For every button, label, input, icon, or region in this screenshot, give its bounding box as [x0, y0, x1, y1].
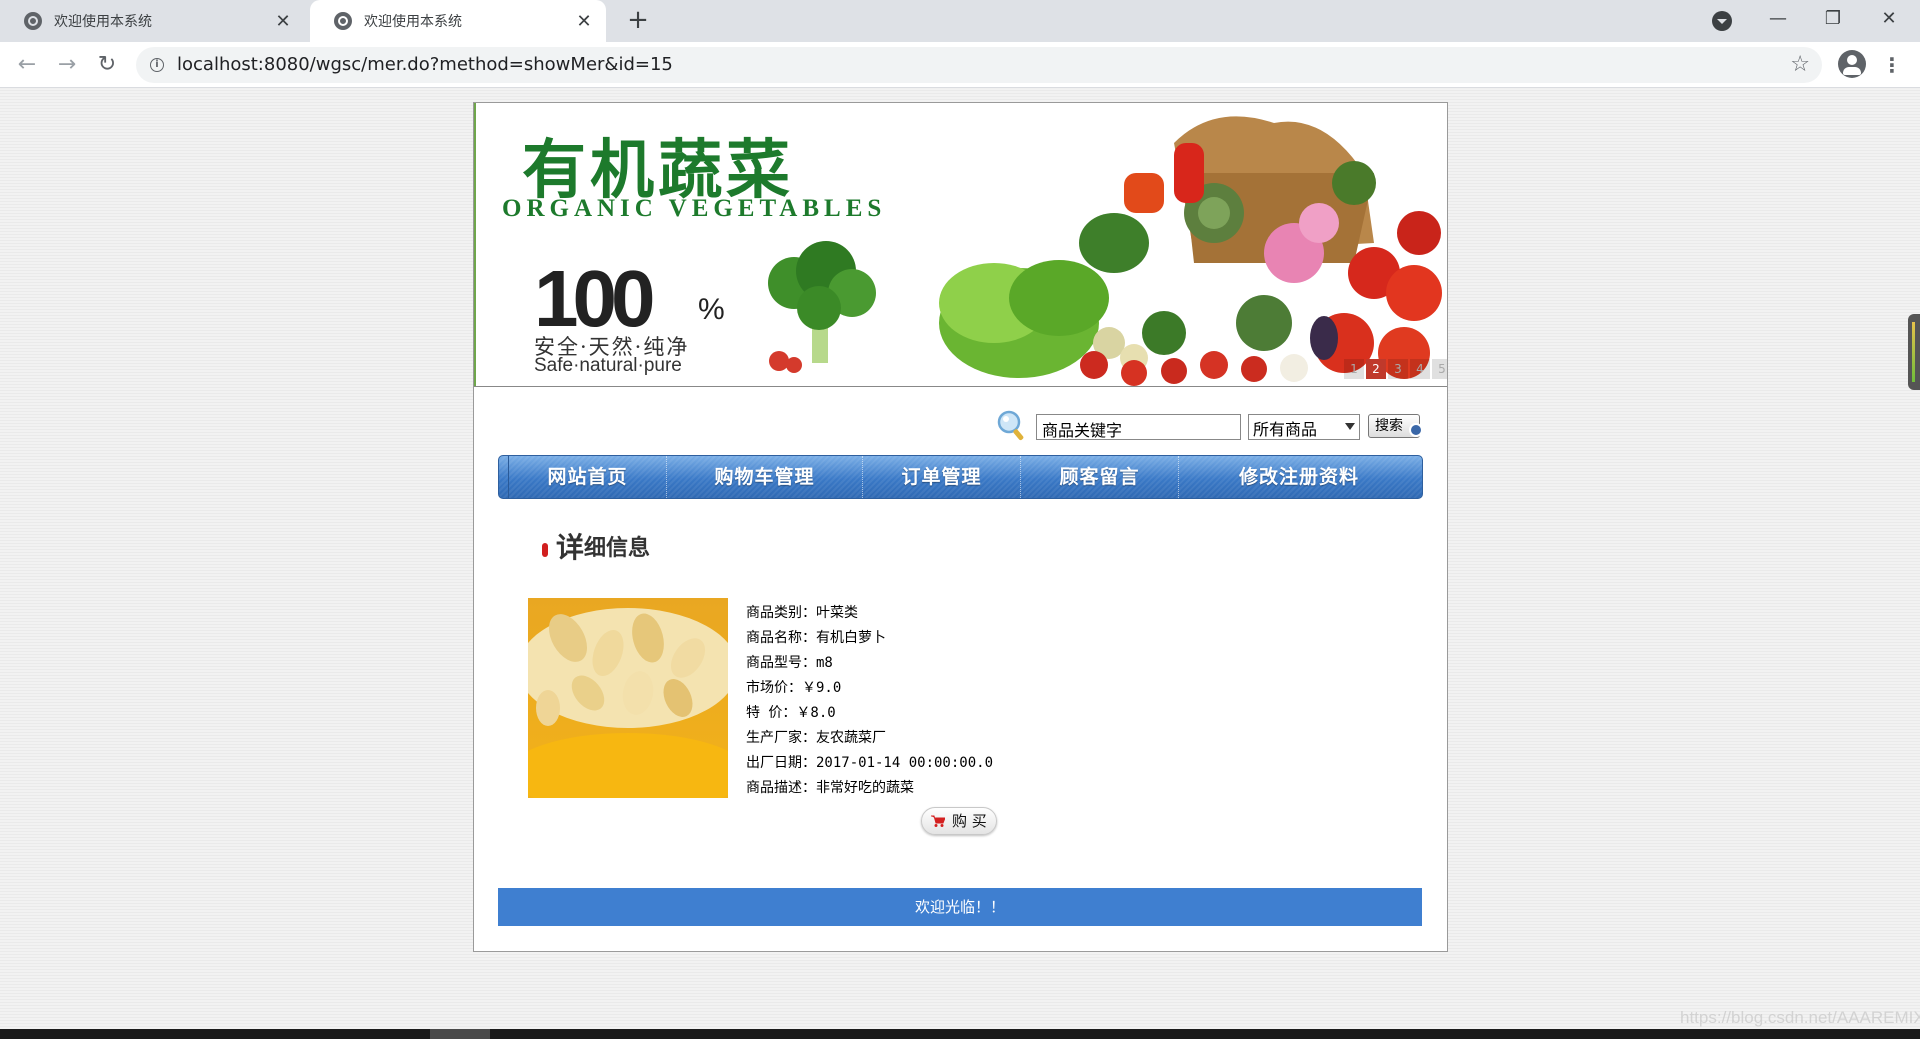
tab-title: 欢迎使用本系统 [364, 14, 462, 30]
watermark: https://blog.csdn.net/AAAREMIX [1680, 1008, 1920, 1027]
badge-icon [1409, 423, 1423, 437]
heading-rest: 细信息 [584, 536, 651, 561]
search-input[interactable]: 商品关键字 [1036, 414, 1241, 440]
search-icon [997, 410, 1024, 441]
market-price: 市场价：￥9.0 [746, 680, 842, 696]
forward-button[interactable]: → [52, 50, 82, 80]
search-button-label: 搜索 [1375, 418, 1403, 434]
profile-icon[interactable] [1838, 50, 1866, 78]
close-icon[interactable]: ✕ [273, 11, 293, 32]
cart-icon [931, 815, 945, 827]
production-date: 出厂日期：2017-01-14 00:00:00.0 [746, 755, 994, 771]
category-select[interactable]: 所有商品 [1248, 414, 1360, 440]
taskbar [0, 1029, 1920, 1039]
nav-messages[interactable]: 顾客留言 [1021, 456, 1179, 498]
address-bar[interactable]: i localhost:8080/wgsc/mer.do?method=show… [136, 47, 1822, 83]
banner: 有机蔬菜 ORGANIC VEGETABLES 100 % 安全·天然·纯净 S… [474, 103, 1447, 387]
slide-dot-active[interactable]: 2 [1366, 359, 1386, 379]
buy-button-label: 购 买 [952, 812, 987, 830]
vegetables-image [768, 116, 1442, 386]
nav-home[interactable]: 网站首页 [509, 456, 667, 498]
browser-toolbar: ← → ↻ i localhost:8080/wgsc/mer.do?metho… [0, 42, 1920, 88]
product-image [528, 598, 728, 798]
slide-dot[interactable]: 3 [1388, 359, 1408, 379]
tab-title: 欢迎使用本系统 [54, 14, 152, 30]
category-select-value: 所有商品 [1253, 420, 1318, 439]
nav-profile[interactable]: 修改注册资料 [1179, 456, 1419, 498]
minimize-button[interactable]: — [1755, 4, 1801, 34]
tab-active[interactable]: 欢迎使用本系统 ✕ [310, 0, 606, 42]
slide-dot[interactable]: 1 [1344, 359, 1364, 379]
info-icon[interactable]: i [150, 58, 164, 72]
reload-button[interactable]: ↻ [92, 50, 122, 80]
footer-bar: 欢迎光临！！ [498, 888, 1422, 926]
bookmark-star-icon[interactable]: ☆ [1790, 47, 1810, 83]
vegetable-pile [939, 116, 1442, 386]
slide-indicator: 1 2 3 4 5 [1344, 359, 1447, 379]
nav-orders[interactable]: 订单管理 [863, 456, 1021, 498]
taskbar-item[interactable] [430, 1029, 490, 1039]
product-name: 商品名称：有机白萝卜 [746, 630, 886, 646]
slide-dot[interactable]: 5 [1432, 359, 1447, 379]
special-price: 特 价：￥8.0 [746, 705, 836, 721]
page-container: 有机蔬菜 ORGANIC VEGETABLES 100 % 安全·天然·纯净 S… [473, 102, 1448, 952]
globe-icon [334, 12, 352, 30]
window-close-button[interactable]: ✕ [1866, 4, 1912, 34]
bullet-icon [542, 543, 548, 557]
slide-dot[interactable]: 4 [1410, 359, 1430, 379]
broccoli-image [768, 241, 876, 373]
tab-inactive[interactable]: 欢迎使用本系统 ✕ [0, 0, 305, 42]
url-text[interactable]: localhost:8080/wgsc/mer.do?method=showMe… [177, 47, 673, 83]
nav-cap [499, 456, 509, 498]
manufacturer: 生产厂家：友农蔬菜厂 [746, 730, 886, 746]
search-row: 商品关键字 所有商品 搜索 [474, 403, 1447, 443]
chevron-down-icon [1345, 423, 1355, 430]
buy-button[interactable]: 购 买 [921, 807, 997, 835]
page-viewport: 有机蔬菜 ORGANIC VEGETABLES 100 % 安全·天然·纯净 S… [0, 89, 1920, 1029]
close-icon[interactable]: ✕ [574, 11, 594, 32]
new-tab-button[interactable]: + [624, 6, 652, 34]
product-model: 商品型号：m8 [746, 655, 833, 671]
section-heading: 详 细信息 [542, 529, 650, 563]
browser-menu-icon[interactable]: ⋮ [1882, 50, 1902, 80]
scroll-handle[interactable] [1908, 314, 1920, 390]
maximize-button[interactable]: ❐ [1810, 4, 1856, 34]
tab-strip: 欢迎使用本系统 ✕ 欢迎使用本系统 ✕ + — ❐ ✕ [0, 0, 1920, 42]
search-button[interactable]: 搜索 [1368, 414, 1423, 438]
back-button[interactable]: ← [12, 50, 42, 80]
globe-icon [24, 12, 42, 30]
product-category: 商品类别：叶菜类 [746, 605, 858, 621]
nav-cart[interactable]: 购物车管理 [667, 456, 863, 498]
product-info: 商品类别：叶菜类 商品名称：有机白萝卜 商品型号：m8 市场价：￥9.0 特 价… [746, 601, 1146, 801]
main-nav: 网站首页 购物车管理 订单管理 顾客留言 修改注册资料 [498, 455, 1423, 499]
heading-first-char: 详 [556, 531, 585, 564]
tab-search-icon[interactable] [1712, 11, 1732, 31]
product-description: 商品描述：非常好吃的蔬菜 [746, 780, 914, 796]
